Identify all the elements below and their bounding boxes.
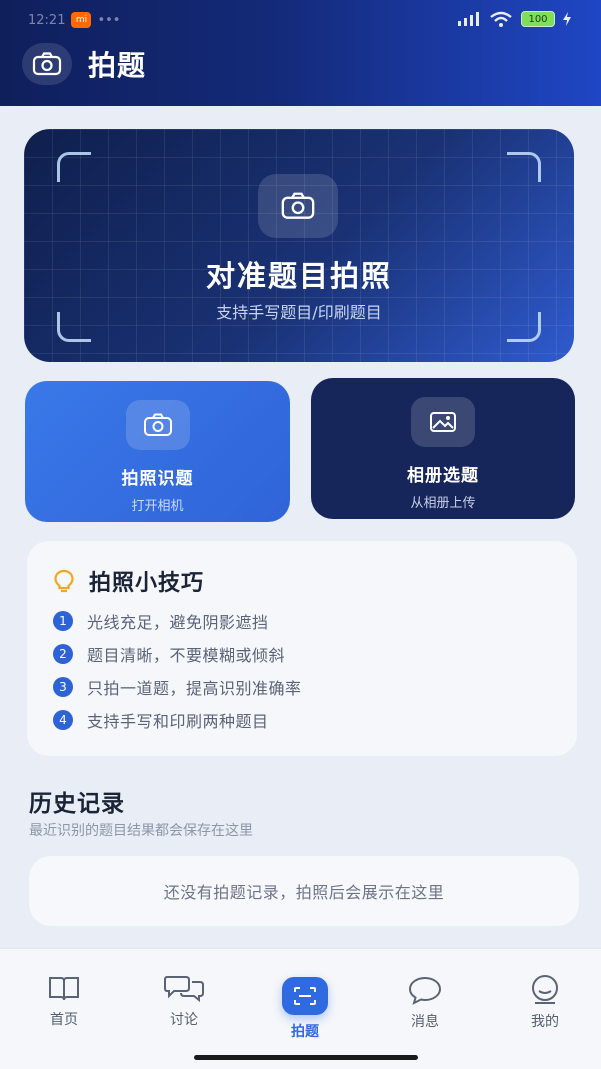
image-icon-badge (411, 397, 475, 447)
tip-item: 1 光线充足，避免阴影遮挡 (53, 609, 269, 633)
status-time: 12:21 (28, 12, 66, 28)
camera-icon (32, 52, 62, 76)
tip-text: 只拍一道题，提高识别准确率 (87, 679, 302, 698)
tab-profile[interactable]: 我的 (505, 975, 585, 1031)
history-title: 历史记录 (29, 791, 125, 817)
battery-indicator: 100 (521, 11, 555, 27)
charging-icon (563, 12, 571, 26)
status-right: 100 (457, 11, 571, 27)
tab-home[interactable]: 首页 (24, 973, 104, 1029)
frame-corner-top-left (57, 152, 91, 182)
app-header: 12:21 mi ••• 100 拍题 (0, 0, 601, 106)
tip-number: 1 (53, 611, 73, 631)
page-title: 拍题 (88, 49, 147, 82)
camera-icon (281, 192, 315, 219)
tab-scan[interactable]: 拍题 (265, 977, 345, 1041)
chat-bubbles-icon (164, 976, 204, 1003)
take-photo-subtitle: 打开相机 (131, 499, 184, 514)
tab-scan-label: 拍题 (291, 1024, 319, 1040)
album-select-title: 相册选题 (407, 466, 479, 486)
header-camera-button[interactable] (22, 43, 72, 85)
carrier-badge: mi (71, 12, 92, 28)
status-left: 12:21 mi ••• (28, 12, 120, 28)
scan-icon (294, 987, 316, 1005)
tab-discuss[interactable]: 讨论 (144, 973, 224, 1029)
status-bar: 12:21 mi ••• 100 (0, 0, 601, 40)
book-icon (49, 977, 79, 1001)
tip-number: 3 (53, 677, 73, 697)
tip-number: 2 (53, 644, 73, 664)
tab-profile-label: 我的 (531, 1014, 559, 1030)
take-photo-button[interactable]: 拍照识题 打开相机 (25, 381, 290, 522)
tip-item: 3 只拍一道题，提高识别准确率 (53, 675, 302, 699)
album-select-subtitle: 从相册上传 (410, 496, 476, 511)
message-icon (408, 976, 442, 1005)
tip-number: 4 (53, 710, 73, 730)
history-subtitle: 最近识别的题目结果都会保存在这里 (29, 823, 253, 839)
hero-grid (24, 129, 574, 362)
history-empty-text: 还没有拍题记录，拍照后会展示在这里 (163, 883, 445, 902)
take-photo-title: 拍照识题 (121, 469, 194, 489)
tab-home-label: 首页 (50, 1012, 78, 1028)
tip-text: 题目清晰，不要模糊或倾斜 (87, 646, 286, 665)
tab-discuss-label: 讨论 (170, 1012, 198, 1028)
profile-icon (532, 975, 558, 1004)
tip-text: 光线充足，避免阴影遮挡 (87, 613, 269, 632)
camera-icon-badge (125, 400, 190, 450)
bottom-tab-bar: 首页 讨论 拍题 消息 我的 (0, 948, 601, 1069)
tip-item: 4 支持手写和印刷两种题目 (53, 708, 269, 732)
tip-text: 支持手写和印刷两种题目 (87, 712, 269, 731)
hero-camera-badge (258, 174, 338, 238)
hero-title: 对准题目拍照 (205, 259, 392, 293)
lightbulb-icon (54, 569, 74, 593)
capture-area[interactable]: 对准题目拍照 支持手写题目/印刷题目 (24, 129, 574, 362)
image-icon (430, 412, 456, 432)
tips-title: 拍照小技巧 (89, 571, 205, 596)
signal-icon (458, 12, 479, 26)
camera-icon (143, 413, 172, 436)
tab-messages[interactable]: 消息 (385, 975, 465, 1031)
tips-header: 拍照小技巧 (53, 565, 204, 597)
tab-messages-label: 消息 (411, 1014, 439, 1030)
photo-tips-card: 拍照小技巧 1 光线充足，避免阴影遮挡 2 题目清晰，不要模糊或倾斜 3 只拍一… (27, 541, 577, 756)
hero-subtitle: 支持手写题目/印刷题目 (216, 303, 382, 322)
home-indicator[interactable] (194, 1055, 418, 1060)
status-dots: ••• (97, 12, 121, 28)
history-empty-state: 还没有拍题记录，拍照后会展示在这里 (29, 856, 579, 926)
wifi-icon (490, 11, 512, 27)
tip-item: 2 题目清晰，不要模糊或倾斜 (53, 642, 285, 666)
frame-corner-top-right (507, 152, 541, 182)
album-select-button[interactable]: 相册选题 从相册上传 (311, 378, 575, 519)
tab-scan-active-badge (282, 977, 328, 1015)
